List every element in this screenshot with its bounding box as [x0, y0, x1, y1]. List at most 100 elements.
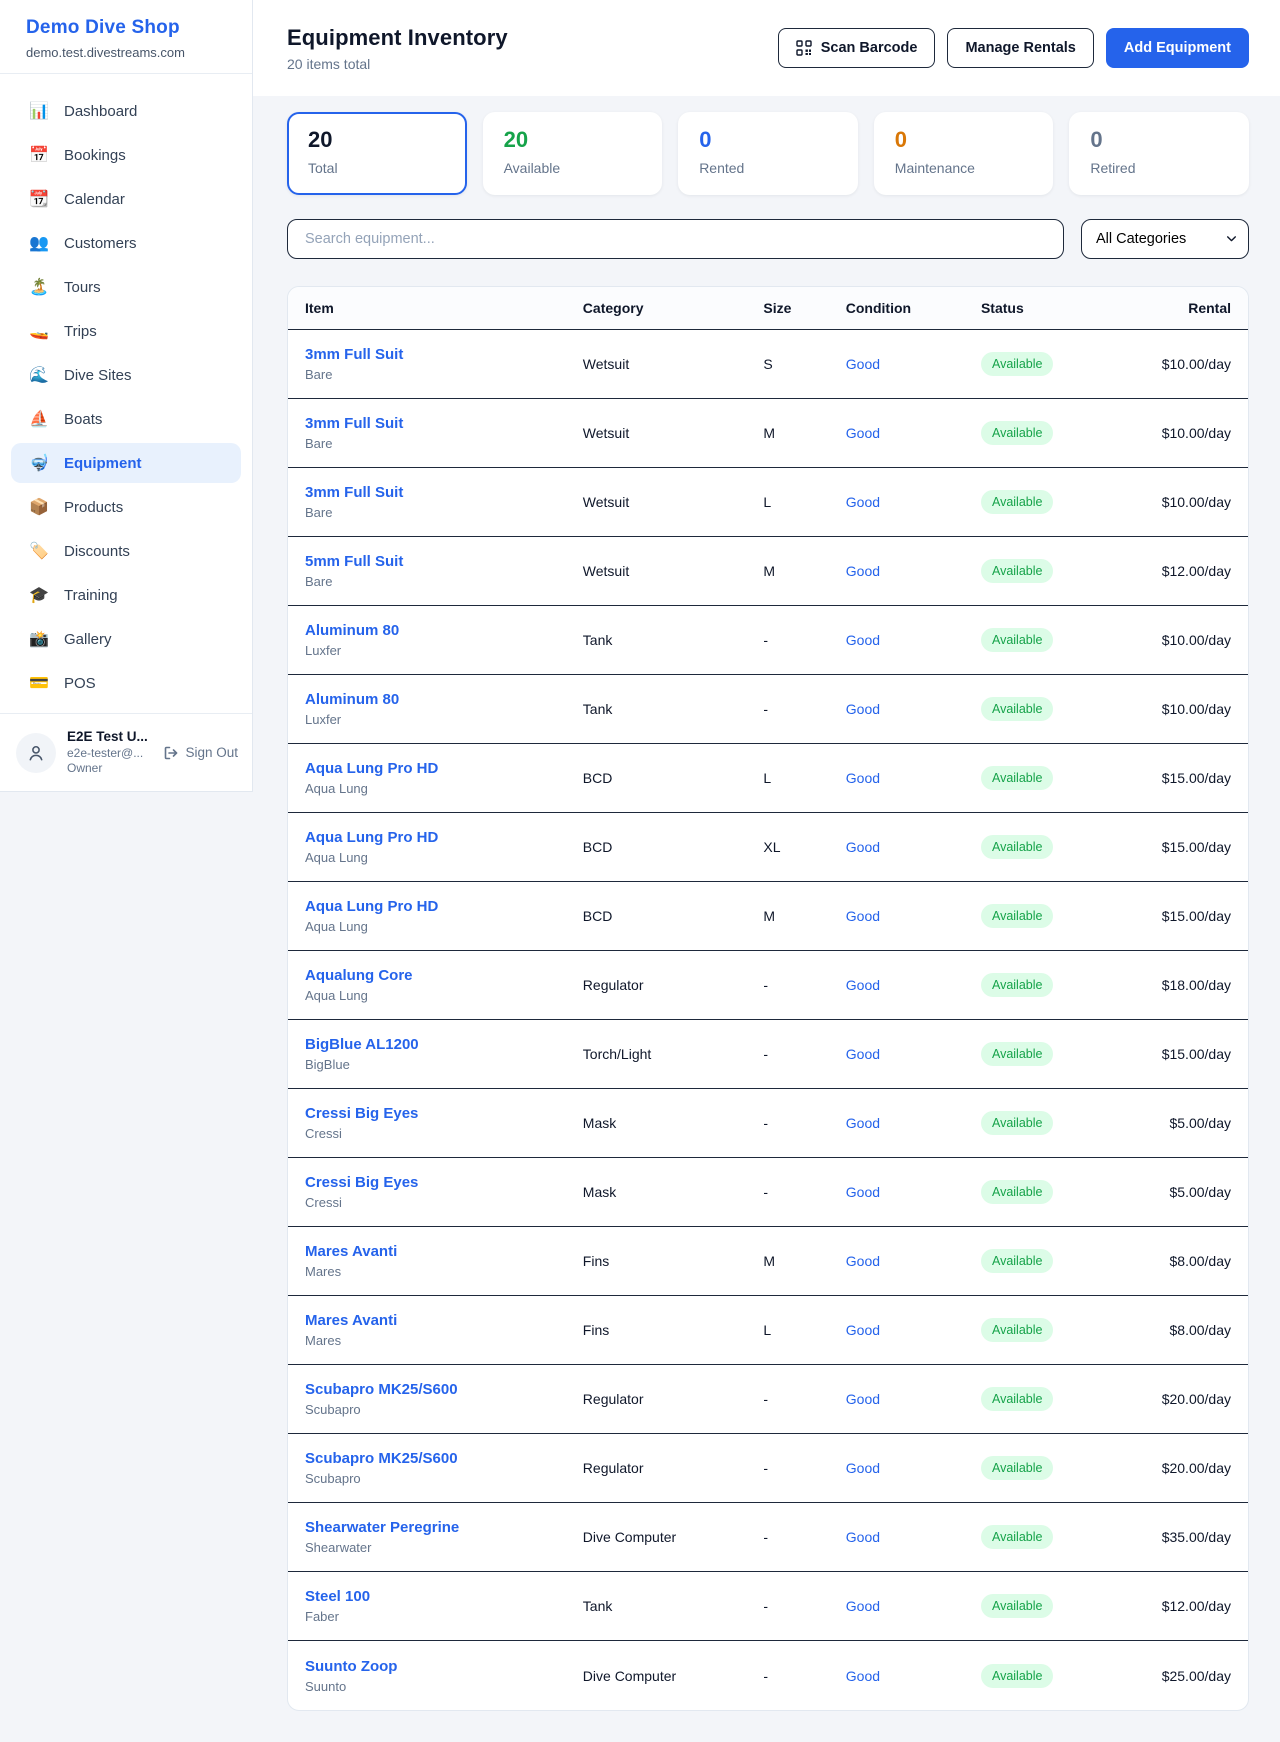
- rental-cell: $10.00/day: [1131, 632, 1231, 648]
- item-name-link[interactable]: BigBlue AL1200: [305, 1036, 583, 1053]
- sidebar-item-dashboard[interactable]: 📊Dashboard: [11, 91, 241, 131]
- status-cell: Available: [981, 904, 1131, 928]
- stat-card-rented[interactable]: 0Rented: [678, 112, 858, 195]
- sidebar-item-training[interactable]: 🎓Training: [11, 575, 241, 615]
- condition-link[interactable]: Good: [846, 1115, 981, 1131]
- condition-link[interactable]: Good: [846, 908, 981, 924]
- item-name-link[interactable]: Scubapro MK25/S600: [305, 1381, 583, 1398]
- table-row[interactable]: Mares AvantiMaresFinsMGoodAvailable$8.00…: [288, 1227, 1248, 1296]
- condition-link[interactable]: Good: [846, 977, 981, 993]
- table-row[interactable]: 5mm Full SuitBareWetsuitMGoodAvailable$1…: [288, 537, 1248, 606]
- table-row[interactable]: Aqua Lung Pro HDAqua LungBCDXLGoodAvaila…: [288, 813, 1248, 882]
- condition-link[interactable]: Good: [846, 425, 981, 441]
- condition-link[interactable]: Good: [846, 1253, 981, 1269]
- stat-card-maintenance[interactable]: 0Maintenance: [874, 112, 1054, 195]
- sidebar-item-pos[interactable]: 💳POS: [11, 663, 241, 703]
- item-name-link[interactable]: 5mm Full Suit: [305, 553, 583, 570]
- sign-out-button[interactable]: Sign Out: [163, 745, 238, 761]
- rental-cell: $15.00/day: [1131, 908, 1231, 924]
- table-row[interactable]: 3mm Full SuitBareWetsuitMGoodAvailable$1…: [288, 399, 1248, 468]
- table-row[interactable]: Aqua Lung Pro HDAqua LungBCDLGoodAvailab…: [288, 744, 1248, 813]
- table-row[interactable]: Aluminum 80LuxferTank-GoodAvailable$10.0…: [288, 606, 1248, 675]
- sidebar-item-discounts[interactable]: 🏷️Discounts: [11, 531, 241, 571]
- condition-link[interactable]: Good: [846, 494, 981, 510]
- search-input[interactable]: [287, 219, 1064, 259]
- table-row[interactable]: Aqualung CoreAqua LungRegulator-GoodAvai…: [288, 951, 1248, 1020]
- condition-link[interactable]: Good: [846, 632, 981, 648]
- item-name-link[interactable]: Cressi Big Eyes: [305, 1174, 583, 1191]
- item-name-link[interactable]: Shearwater Peregrine: [305, 1519, 583, 1536]
- table-row[interactable]: Mares AvantiMaresFinsLGoodAvailable$8.00…: [288, 1296, 1248, 1365]
- sidebar-item-products[interactable]: 📦Products: [11, 487, 241, 527]
- table-row[interactable]: Aqua Lung Pro HDAqua LungBCDMGoodAvailab…: [288, 882, 1248, 951]
- size-cell: -: [763, 1046, 845, 1062]
- size-cell: M: [763, 425, 845, 441]
- condition-link[interactable]: Good: [846, 1322, 981, 1338]
- item-name-link[interactable]: 3mm Full Suit: [305, 415, 583, 432]
- table-row[interactable]: BigBlue AL1200BigBlueTorch/Light-GoodAva…: [288, 1020, 1248, 1089]
- table-row[interactable]: Scubapro MK25/S600ScubaproRegulator-Good…: [288, 1434, 1248, 1503]
- item-name-link[interactable]: Mares Avanti: [305, 1312, 583, 1329]
- stat-value: 20: [308, 127, 446, 153]
- item-name-link[interactable]: Mares Avanti: [305, 1243, 583, 1260]
- sidebar-item-calendar[interactable]: 📆Calendar: [11, 179, 241, 219]
- sidebar-item-bookings[interactable]: 📅Bookings: [11, 135, 241, 175]
- table-row[interactable]: 3mm Full SuitBareWetsuitLGoodAvailable$1…: [288, 468, 1248, 537]
- table-row[interactable]: Cressi Big EyesCressiMask-GoodAvailable$…: [288, 1158, 1248, 1227]
- condition-link[interactable]: Good: [846, 1529, 981, 1545]
- condition-link[interactable]: Good: [846, 1668, 981, 1684]
- item-brand: Mares: [305, 1264, 583, 1279]
- equipment-table: ItemCategorySizeConditionStatusRental 3m…: [287, 286, 1249, 1711]
- category-filter[interactable]: All Categories: [1081, 219, 1249, 259]
- condition-link[interactable]: Good: [846, 839, 981, 855]
- sidebar-item-label: Calendar: [64, 191, 125, 208]
- condition-link[interactable]: Good: [846, 1391, 981, 1407]
- table-row[interactable]: Suunto ZoopSuuntoDive Computer-GoodAvail…: [288, 1641, 1248, 1710]
- condition-link[interactable]: Good: [846, 1598, 981, 1614]
- item-name-link[interactable]: Aqualung Core: [305, 967, 583, 984]
- item-name-link[interactable]: 3mm Full Suit: [305, 346, 583, 363]
- item-name-link[interactable]: Steel 100: [305, 1588, 583, 1605]
- size-cell: -: [763, 1460, 845, 1476]
- status-badge: Available: [981, 1387, 1054, 1411]
- condition-link[interactable]: Good: [846, 356, 981, 372]
- table-row[interactable]: Shearwater PeregrineShearwaterDive Compu…: [288, 1503, 1248, 1572]
- sidebar-item-gallery[interactable]: 📸Gallery: [11, 619, 241, 659]
- table-row[interactable]: Steel 100FaberTank-GoodAvailable$12.00/d…: [288, 1572, 1248, 1641]
- stat-card-retired[interactable]: 0Retired: [1069, 112, 1249, 195]
- item-name-link[interactable]: Suunto Zoop: [305, 1658, 583, 1675]
- category-cell: Tank: [583, 701, 764, 717]
- item-name-link[interactable]: 3mm Full Suit: [305, 484, 583, 501]
- stat-card-total[interactable]: 20Total: [287, 112, 467, 195]
- item-name-link[interactable]: Scubapro MK25/S600: [305, 1450, 583, 1467]
- sidebar-item-customers[interactable]: 👥Customers: [11, 223, 241, 263]
- item-name-link[interactable]: Aqua Lung Pro HD: [305, 829, 583, 846]
- manage-rentals-button[interactable]: Manage Rentals: [947, 28, 1093, 68]
- table-row[interactable]: Scubapro MK25/S600ScubaproRegulator-Good…: [288, 1365, 1248, 1434]
- item-name-link[interactable]: Aluminum 80: [305, 622, 583, 639]
- condition-link[interactable]: Good: [846, 563, 981, 579]
- status-cell: Available: [981, 1594, 1131, 1618]
- table-row[interactable]: Aluminum 80LuxferTank-GoodAvailable$10.0…: [288, 675, 1248, 744]
- category-cell: Wetsuit: [583, 356, 764, 372]
- table-row[interactable]: Cressi Big EyesCressiMask-GoodAvailable$…: [288, 1089, 1248, 1158]
- item-name-link[interactable]: Cressi Big Eyes: [305, 1105, 583, 1122]
- column-header-rental: Rental: [1131, 300, 1231, 316]
- item-name-link[interactable]: Aqua Lung Pro HD: [305, 760, 583, 777]
- item-name-link[interactable]: Aluminum 80: [305, 691, 583, 708]
- sidebar-item-trips[interactable]: 🚤Trips: [11, 311, 241, 351]
- sidebar-item-tours[interactable]: 🏝️Tours: [11, 267, 241, 307]
- sidebar-item-equipment[interactable]: 🤿Equipment: [11, 443, 241, 483]
- condition-link[interactable]: Good: [846, 770, 981, 786]
- item-name-link[interactable]: Aqua Lung Pro HD: [305, 898, 583, 915]
- scan-barcode-button[interactable]: Scan Barcode: [778, 28, 936, 68]
- condition-link[interactable]: Good: [846, 1184, 981, 1200]
- table-row[interactable]: 3mm Full SuitBareWetsuitSGoodAvailable$1…: [288, 330, 1248, 399]
- sidebar-item-boats[interactable]: ⛵Boats: [11, 399, 241, 439]
- stat-card-available[interactable]: 20Available: [483, 112, 663, 195]
- condition-link[interactable]: Good: [846, 701, 981, 717]
- condition-link[interactable]: Good: [846, 1460, 981, 1476]
- condition-link[interactable]: Good: [846, 1046, 981, 1062]
- add-equipment-button[interactable]: Add Equipment: [1106, 28, 1249, 68]
- sidebar-item-dive-sites[interactable]: 🌊Dive Sites: [11, 355, 241, 395]
